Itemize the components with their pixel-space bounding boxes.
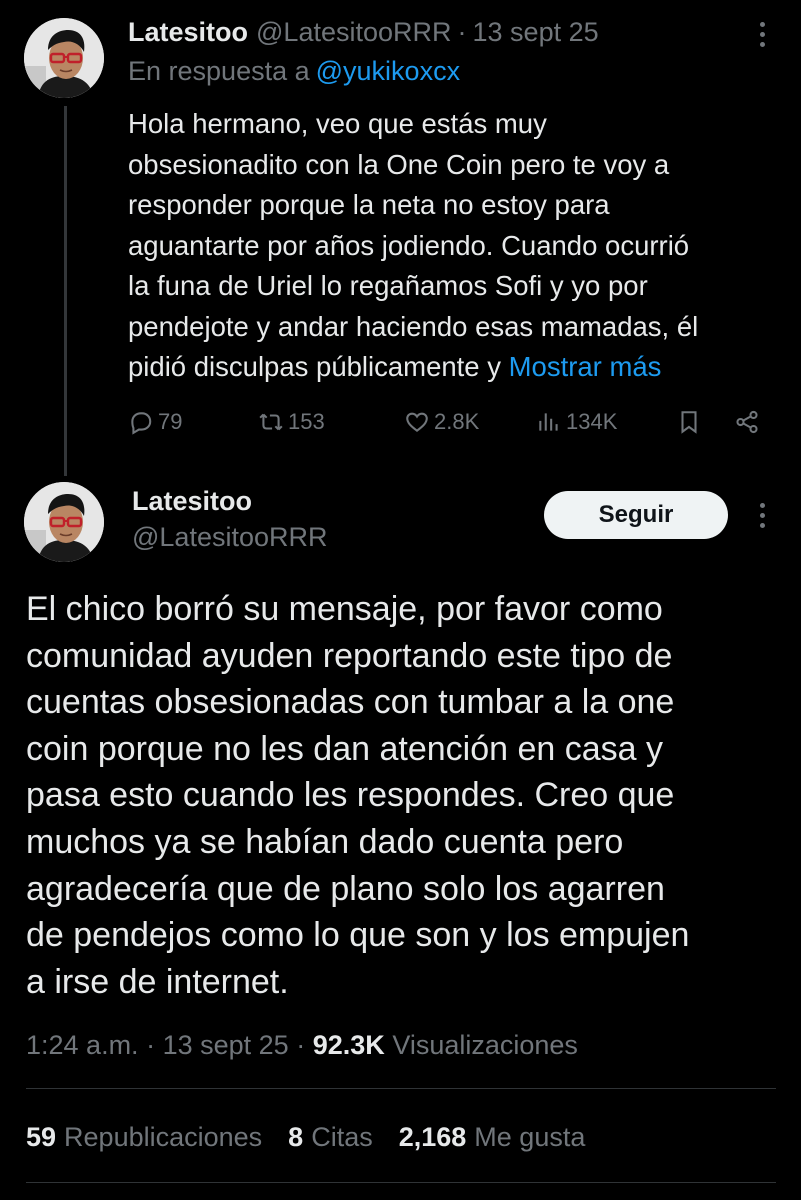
tweet-time[interactable]: 1:24 a.m. <box>26 1030 139 1060</box>
avatar[interactable] <box>24 18 104 98</box>
views-icon <box>539 413 558 431</box>
separator-dot: · <box>146 1030 156 1060</box>
text-line: a irse de internet. <box>26 962 289 1001</box>
more-options-icon[interactable] <box>752 16 772 52</box>
engagement-stats: 59 Republicaciones 8 Citas 2,168 Me gusta <box>26 1122 585 1153</box>
share-icon <box>736 410 758 434</box>
like-count: 2.8K <box>434 409 480 434</box>
likes-stat[interactable]: 2,168 Me gusta <box>399 1122 586 1153</box>
tweet-metadata: 1:24 a.m. · 13 sept 25 · 92.3K Visualiza… <box>26 1030 578 1061</box>
mention-link[interactable]: @yukikoxcx <box>316 56 460 86</box>
quotes-count: 8 <box>288 1122 304 1152</box>
separator-dot: · <box>296 1030 306 1060</box>
quotes-stat[interactable]: 8 Citas <box>288 1122 373 1153</box>
views-button[interactable]: 134K <box>536 409 617 435</box>
views-label: Visualizaciones <box>392 1030 578 1060</box>
quotes-label: Citas <box>311 1122 373 1152</box>
separator-dot: · <box>457 16 467 47</box>
text-line: pasa esto cuando les respondes. Creo que <box>26 776 675 815</box>
reply-tweet-text: Hola hermano, veo que estás muy obsesion… <box>128 104 768 388</box>
bookmark-button[interactable] <box>676 409 702 435</box>
text-line: muchos ya se habían dado cuenta pero <box>26 822 624 861</box>
likes-label: Me gusta <box>474 1122 586 1152</box>
reposts-count: 59 <box>26 1122 57 1152</box>
like-button[interactable]: 2.8K <box>404 409 479 435</box>
text-line: cuentas obsesionadas con tumbar a la one <box>26 683 675 722</box>
replying-to: En respuesta a @yukikoxcx <box>128 56 460 87</box>
main-tweet-text: El chico borró su mensaje, por favor com… <box>26 586 786 1005</box>
reply-count: 79 <box>158 409 183 434</box>
tweet-date[interactable]: 13 sept 25 <box>163 1030 289 1060</box>
text-line: de pendejos como lo que son y los empuje… <box>26 916 690 955</box>
text-line: pidió disculpas públicamente y <box>128 351 501 382</box>
follow-button[interactable]: Seguir <box>544 491 728 539</box>
text-line: agradecería que de plano solo los agarre… <box>26 869 665 908</box>
repost-icon <box>259 413 283 431</box>
bookmark-icon <box>681 411 697 434</box>
text-line: la funa de Uriel lo regañamos Sofi y yo … <box>128 270 648 301</box>
views-count: 134K <box>566 409 618 434</box>
reposts-label: Republicaciones <box>64 1122 263 1152</box>
views-count: 92.3K <box>312 1030 385 1060</box>
share-button[interactable] <box>734 409 760 435</box>
text-line: responder porque la neta no estoy para <box>128 189 610 220</box>
author-handle[interactable]: @LatesitooRRR <box>256 17 452 48</box>
tweet-detail-page: Latesitoo @LatesitooRRR · 13 sept 25 En … <box>0 0 801 1200</box>
text-line: aguantarte por años jodiendo. Cuando ocu… <box>128 229 690 261</box>
like-icon <box>406 412 428 432</box>
avatar-photo-icon <box>24 18 104 98</box>
text-line: obsesionadito con la One Coin pero te vo… <box>128 148 670 180</box>
text-line: El chico borró su mensaje, por favor com… <box>26 590 663 628</box>
text-line-last: pidió disculpas públicamente y Mostrar m… <box>128 347 768 388</box>
repost-count: 153 <box>288 409 325 434</box>
text-line: comunidad ayuden reportando este tipo de <box>26 636 673 675</box>
reply-tweet-header: Latesitoo @LatesitooRRR · 13 sept 25 <box>128 14 599 50</box>
likes-count: 2,168 <box>398 1122 467 1152</box>
avatar[interactable] <box>24 482 104 562</box>
author-name[interactable]: Latesitoo <box>132 486 252 517</box>
reply-button[interactable]: 79 <box>128 409 182 435</box>
main-tweet: Latesitoo @LatesitooRRR Seguir El chico … <box>0 470 801 1200</box>
tweet-date[interactable]: 13 sept 25 <box>473 17 599 48</box>
text-line: pendejote y andar haciendo esas mamadas,… <box>128 310 699 342</box>
text-line: coin porque no les dan atención en casa … <box>26 729 664 768</box>
more-options-icon[interactable] <box>752 497 772 533</box>
show-more-link[interactable]: Mostrar más <box>509 351 662 382</box>
author-name[interactable]: Latesitoo <box>128 17 248 48</box>
replying-to-label: En respuesta a <box>128 56 310 86</box>
divider <box>26 1182 776 1183</box>
avatar-photo-icon <box>24 482 104 562</box>
reply-tweet[interactable]: Latesitoo @LatesitooRRR · 13 sept 25 En … <box>0 0 801 476</box>
author-handle[interactable]: @LatesitooRRR <box>132 522 328 553</box>
thread-connector-line <box>64 106 67 476</box>
divider <box>26 1088 776 1089</box>
repost-button[interactable]: 153 <box>258 409 325 435</box>
reposts-stat[interactable]: 59 Republicaciones <box>26 1122 262 1153</box>
reply-tweet-actions: 79 153 2.8K 134K <box>128 400 768 444</box>
text-line: Hola hermano, veo que estás muy <box>128 108 547 139</box>
reply-icon <box>131 412 152 435</box>
